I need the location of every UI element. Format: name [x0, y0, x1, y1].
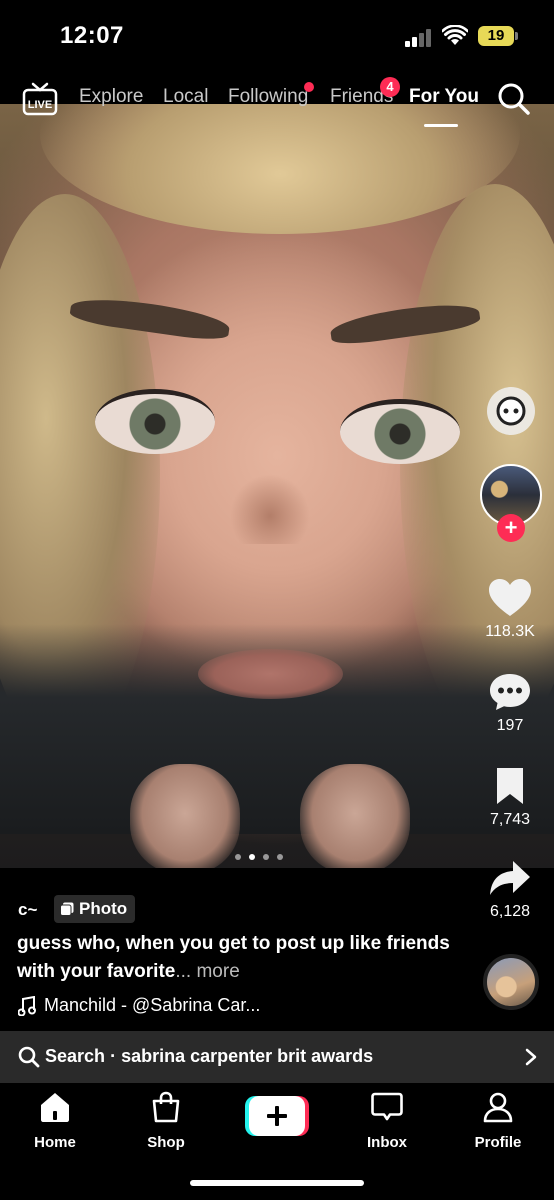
search-prefix: Search — [45, 1046, 106, 1066]
nav-profile-label: Profile — [474, 1134, 522, 1151]
home-indicator — [190, 1180, 364, 1186]
tab-local[interactable]: Local — [163, 86, 208, 108]
search-icon — [18, 1046, 40, 1068]
comment-count: 197 — [496, 717, 524, 734]
tab-explore[interactable]: Explore — [79, 86, 143, 108]
photo-hand-left — [130, 764, 240, 868]
photo-page-indicator — [235, 853, 283, 861]
chevron-right-icon — [525, 1048, 537, 1066]
page-dot — [263, 854, 269, 860]
page-dot — [235, 854, 241, 860]
music-disc[interactable] — [483, 954, 539, 1010]
music-title: Manchild - @Sabrina Car... — [44, 995, 261, 1015]
nav-home-label: Home — [34, 1134, 76, 1151]
music-track[interactable]: Manchild - @Sabrina Car... — [18, 995, 260, 1016]
caption-more-link[interactable]: ... more — [175, 961, 239, 982]
follow-plus-button[interactable]: + — [497, 514, 525, 542]
live-icon[interactable]: LIVE — [22, 82, 58, 116]
inbox-icon — [371, 1092, 403, 1121]
heart-icon — [489, 579, 531, 616]
nav-home[interactable]: Home — [10, 1090, 100, 1151]
search-query: sabrina carpenter brit awards — [121, 1046, 374, 1066]
shopping-bag-icon — [152, 1091, 180, 1123]
like-count: 118.3K — [485, 623, 535, 640]
nav-inbox[interactable]: Inbox — [342, 1090, 432, 1151]
nav-inbox-label: Inbox — [367, 1134, 407, 1151]
wifi-icon — [442, 25, 468, 45]
creator-username[interactable]: c~ — [18, 900, 37, 920]
nav-shop-label: Shop — [147, 1134, 185, 1151]
photo-stack-icon — [60, 902, 74, 916]
profile-icon — [483, 1092, 513, 1123]
active-tab-indicator — [424, 124, 458, 127]
save-button[interactable]: 7,743 — [475, 766, 545, 829]
tab-for-you[interactable]: For You — [409, 86, 479, 108]
search-icon[interactable] — [497, 82, 531, 116]
like-button[interactable]: 118.3K — [475, 578, 545, 641]
cellular-signal-icon — [405, 29, 433, 47]
ai-assistant-icon[interactable] — [487, 387, 535, 435]
friends-badge: 4 — [380, 77, 400, 97]
photo-lips — [198, 649, 343, 699]
tab-following[interactable]: Following — [228, 86, 308, 108]
photo-hand-right — [300, 764, 410, 868]
share-count: 6,128 — [489, 903, 531, 920]
post-caption[interactable]: guess who, when you get to post up like … — [17, 930, 467, 986]
create-plus-icon[interactable] — [245, 1096, 309, 1136]
page-dot — [249, 854, 255, 860]
music-note-icon — [18, 995, 36, 1016]
page-dot — [277, 854, 283, 860]
battery-indicator: 19 — [478, 26, 518, 46]
bookmark-icon — [497, 768, 523, 804]
share-button[interactable]: 6,128 — [475, 858, 545, 921]
share-arrow-icon — [490, 861, 530, 895]
save-count: 7,743 — [489, 811, 531, 828]
comment-icon — [490, 674, 530, 710]
photo-right-eye — [340, 399, 460, 464]
live-label: LIVE — [28, 99, 52, 111]
photo-left-eye — [95, 389, 215, 454]
status-time: 12:07 — [60, 22, 124, 49]
photo-nose — [230, 474, 310, 544]
nav-profile[interactable]: Profile — [453, 1090, 543, 1151]
search-suggestion-text: Search · sabrina carpenter brit awards — [45, 1046, 373, 1067]
nav-shop[interactable]: Shop — [121, 1090, 211, 1151]
search-separator: · — [110, 1046, 117, 1066]
photo-type-label: Photo — [79, 899, 128, 918]
home-icon — [41, 1093, 69, 1122]
comment-button[interactable]: 197 — [475, 672, 545, 735]
following-new-dot — [304, 82, 314, 92]
post-photo[interactable] — [0, 104, 554, 868]
photo-type-badge: Photo — [54, 895, 136, 923]
